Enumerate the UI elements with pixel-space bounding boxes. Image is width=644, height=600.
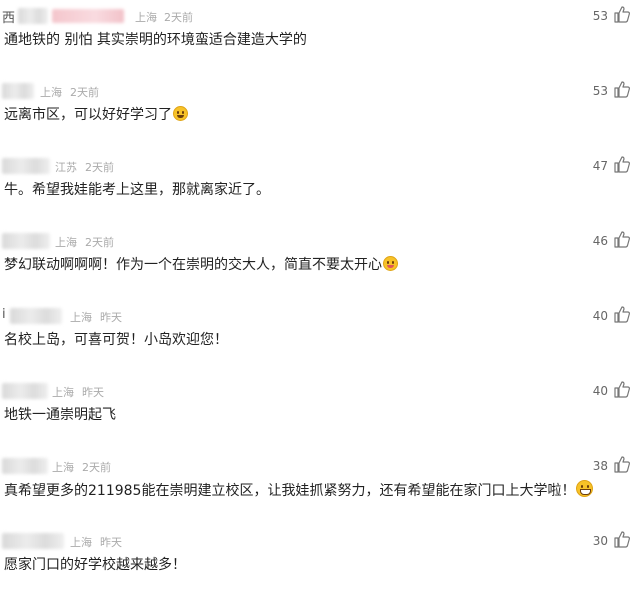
- comment-location: 上海: [135, 11, 157, 24]
- comment-text: 梦幻联动啊啊啊！作为一个在崇明的交大人，简直不要太开心: [4, 255, 398, 275]
- username-blurred-pink: [52, 9, 124, 23]
- comment-text-content: 远离市区，可以好好学习了: [4, 107, 172, 123]
- username-blurred[interactable]: [2, 83, 34, 99]
- comment-item: 上海 2天前 远离市区，可以好好学习了 53: [0, 75, 644, 150]
- like-count: 47: [592, 159, 608, 173]
- comment-item: i 上海 昨天 名校上岛，可喜可贺！小岛欢迎您！ 40: [0, 300, 644, 375]
- comment-text: 真希望更多的211985能在崇明建立校区，让我娃抓紧努力，还有希望能在家门口上大…: [4, 480, 594, 501]
- comment-text-content: 愿家门口的好学校越来越多！: [4, 557, 186, 573]
- comment-list: 西 上海 2天前 通地铁的 别怕 其实崇明的环境蛮适合建造大学的 53 上海 2…: [0, 0, 644, 594]
- grimace-icon: [576, 480, 594, 497]
- username[interactable]: 西: [2, 7, 15, 26]
- comment-meta: 上海 2天前: [0, 81, 644, 103]
- username-blurred[interactable]: [2, 158, 50, 174]
- comment-time: 昨天: [100, 311, 122, 324]
- username-blurred[interactable]: [2, 383, 48, 399]
- username[interactable]: i: [2, 307, 6, 322]
- comment-location: 上海: [52, 461, 74, 474]
- comment-item: 上海 昨天 愿家门口的好学校越来越多！ 30: [0, 525, 644, 600]
- thumbs-up-icon[interactable]: [614, 155, 630, 173]
- comment-text-content: 梦幻联动啊啊啊！作为一个在崇明的交大人，简直不要太开心: [4, 257, 382, 273]
- comment-item: 上海 2天前 梦幻联动啊啊啊！作为一个在崇明的交大人，简直不要太开心 46: [0, 225, 644, 300]
- comment-location: 上海: [40, 86, 62, 99]
- username-blurred[interactable]: [2, 233, 50, 249]
- comment-text: 愿家门口的好学校越来越多！: [4, 555, 186, 575]
- comment-text-content: 名校上岛，可喜可贺！小岛欢迎您！: [4, 332, 228, 348]
- comment-time: 2天前: [85, 236, 114, 249]
- like-count: 30: [592, 534, 608, 548]
- comment-meta: 上海 昨天: [0, 531, 644, 553]
- comment-location: 江苏: [55, 161, 77, 174]
- grin-sweat-icon: [173, 106, 188, 121]
- comment-meta: 西 上海 2天前: [0, 6, 644, 28]
- comment-time: 2天前: [70, 86, 99, 99]
- comment-meta: 上海 2天前: [0, 231, 644, 253]
- like-count: 53: [592, 84, 608, 98]
- tongue-wink-icon: [383, 256, 398, 271]
- comment-time: 昨天: [100, 536, 122, 549]
- comment-text-content: 真希望更多的211985能在崇明建立校区，让我娃抓紧努力，还有希望能在家门口上大…: [4, 483, 576, 499]
- comment-text: 地铁一通崇明起飞: [4, 405, 116, 425]
- username-blurred: [18, 8, 48, 24]
- like-count: 46: [592, 234, 608, 248]
- comment-item: 上海 2天前 真希望更多的211985能在崇明建立校区，让我娃抓紧努力，还有希望…: [0, 450, 644, 525]
- comment-meta: 上海 昨天: [0, 381, 644, 403]
- comment-text: 远离市区，可以好好学习了: [4, 105, 188, 125]
- comment-location: 上海: [55, 236, 77, 249]
- comment-item: 江苏 2天前 牛。希望我娃能考上这里，那就离家近了。 47: [0, 150, 644, 225]
- thumbs-up-icon[interactable]: [614, 455, 630, 473]
- comment-time: 2天前: [164, 11, 193, 24]
- comment-meta: 上海 2天前: [0, 456, 644, 478]
- comment-location: 上海: [70, 536, 92, 549]
- thumbs-up-icon[interactable]: [614, 305, 630, 323]
- username-blurred[interactable]: [2, 533, 64, 549]
- thumbs-up-icon[interactable]: [614, 80, 630, 98]
- thumbs-up-icon[interactable]: [614, 530, 630, 548]
- comment-time: 昨天: [82, 386, 104, 399]
- comment-location: 上海: [70, 311, 92, 324]
- thumbs-up-icon[interactable]: [614, 230, 630, 248]
- like-count: 40: [592, 309, 608, 323]
- comment-meta: i 上海 昨天: [0, 306, 644, 328]
- comment-text-content: 通地铁的 别怕 其实崇明的环境蛮适合建造大学的: [4, 32, 307, 48]
- comment-item: 上海 昨天 地铁一通崇明起飞 40: [0, 375, 644, 450]
- thumbs-up-icon[interactable]: [614, 380, 630, 398]
- thumbs-up-icon[interactable]: [614, 5, 630, 23]
- comment-meta: 江苏 2天前: [0, 156, 644, 178]
- username-blurred[interactable]: [2, 458, 48, 474]
- comment-location: 上海: [52, 386, 74, 399]
- comment-time: 2天前: [82, 461, 111, 474]
- comment-text-content: 地铁一通崇明起飞: [4, 407, 116, 423]
- like-count: 40: [592, 384, 608, 398]
- comment-text: 牛。希望我娃能考上这里，那就离家近了。: [4, 180, 270, 200]
- comment-item: 西 上海 2天前 通地铁的 别怕 其实崇明的环境蛮适合建造大学的 53: [0, 0, 644, 75]
- like-count: 53: [592, 9, 608, 23]
- comment-text: 通地铁的 别怕 其实崇明的环境蛮适合建造大学的: [4, 30, 307, 50]
- comment-time: 2天前: [85, 161, 114, 174]
- comment-text: 名校上岛，可喜可贺！小岛欢迎您！: [4, 330, 228, 350]
- username-blurred: [10, 308, 62, 324]
- like-count: 38: [592, 459, 608, 473]
- comment-text-content: 牛。希望我娃能考上这里，那就离家近了。: [4, 182, 270, 198]
